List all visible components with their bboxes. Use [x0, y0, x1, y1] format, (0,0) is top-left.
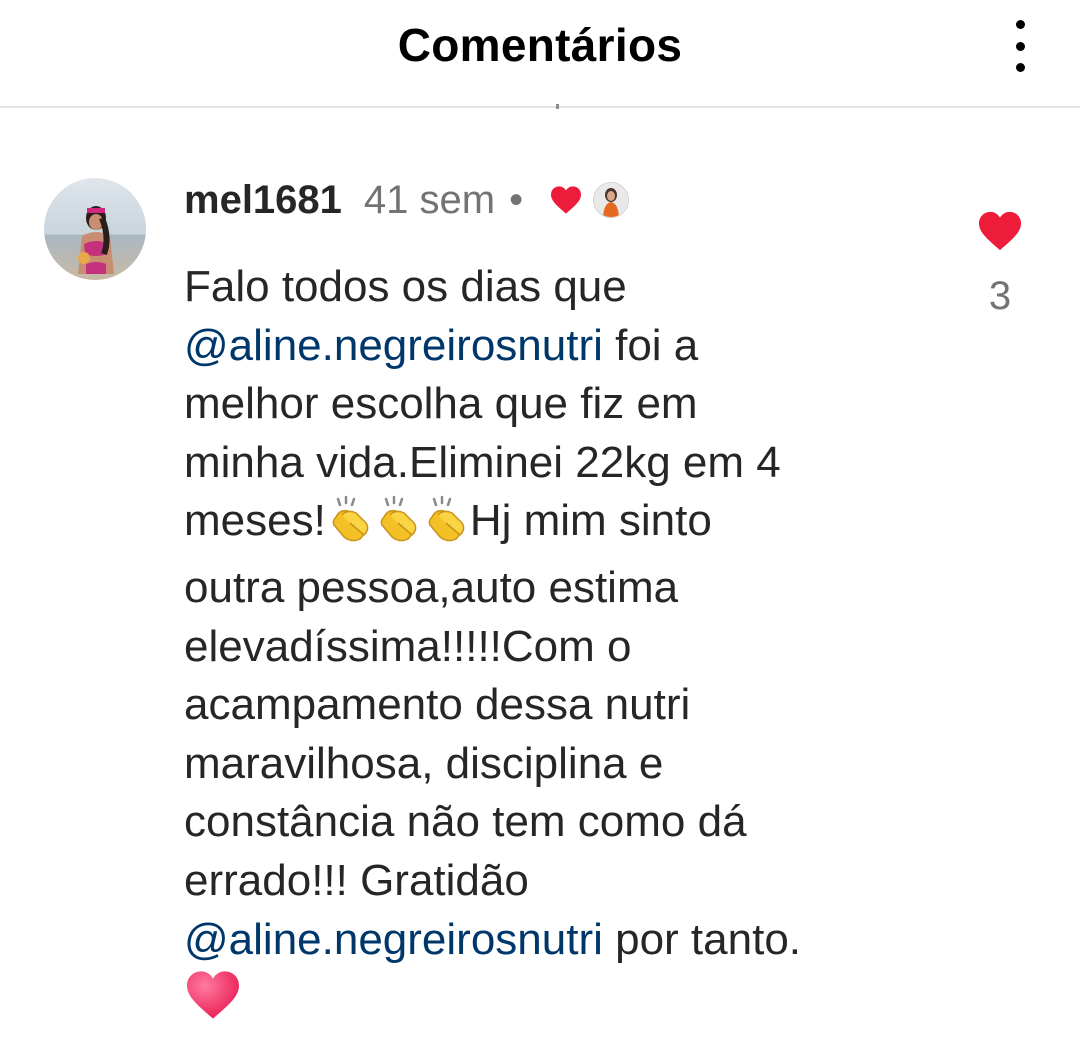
- comment-line: constância não tem como dá: [184, 793, 954, 852]
- comment-line: @aline.negreirosnutri foi a: [184, 317, 954, 376]
- avatar-photo: [44, 178, 146, 280]
- meta-separator: •: [509, 177, 524, 222]
- comments-header: Comentários: [0, 0, 1080, 109]
- author-avatar-photo: [594, 183, 629, 217]
- avatar[interactable]: [44, 178, 146, 280]
- comment-text-segment: errado!!! Gratidão: [184, 855, 529, 905]
- comment-line: minha vida.Eliminei 22kg em 4: [184, 434, 954, 493]
- comment-text-segment: Hj mim sinto: [469, 496, 712, 546]
- comment-text: Falo todos os dias que @aline.negreirosnu…: [184, 258, 954, 1037]
- comment-text-segment: outra pessoa,auto estima: [184, 562, 679, 612]
- more-vertical-icon: [1015, 20, 1025, 29]
- heart-emoji: [184, 969, 242, 1037]
- comment-line: @aline.negreirosnutri por tanto.: [184, 911, 954, 970]
- comment-line: outra pessoa,auto estima: [184, 559, 954, 618]
- heart-icon: [551, 186, 582, 214]
- like-column: 3: [970, 210, 1030, 319]
- comment-text-segment: melhor escolha que fiz em: [184, 379, 698, 429]
- comment-text-segment: minha vida.Eliminei 22kg em 4: [184, 437, 781, 487]
- clapping-hands-emoji: [422, 495, 470, 559]
- comment-text-segment: foi a: [602, 320, 699, 370]
- comment-line: errado!!! Gratidão: [184, 852, 954, 911]
- divider-mark: [556, 104, 559, 109]
- comment-meta: mel1681 41 sem •: [184, 177, 630, 223]
- mention-link[interactable]: @aline.negreirosnutri: [184, 321, 603, 370]
- comment-text-segment: Falo todos os dias que: [184, 262, 627, 311]
- comment-line: [184, 969, 954, 1037]
- comment-line: meses! Hj mim sinto: [184, 492, 954, 559]
- comment-text-segment: acampamento dessa nutri: [184, 680, 691, 730]
- comment-line: Falo todos os dias que: [184, 258, 954, 317]
- comment-text-segment: elevadíssima!!!!!Com o: [184, 621, 632, 671]
- comment-text-segment: por tanto.: [602, 914, 802, 964]
- comment-text-segment: meses!: [184, 496, 326, 546]
- liked-by-author: [549, 182, 630, 218]
- comment-username[interactable]: mel1681: [184, 178, 342, 223]
- clapping-hands-emoji: [326, 495, 374, 559]
- like-count: 3: [988, 274, 1012, 318]
- comment-line: maravilhosa, disciplina e: [184, 735, 954, 794]
- comment-line: elevadíssima!!!!!Com o: [184, 618, 954, 677]
- more-options-button[interactable]: [1000, 20, 1040, 72]
- more-vertical-icon-dot: [1015, 41, 1025, 51]
- clapping-hands-emoji: [374, 495, 422, 559]
- comment-line: acampamento dessa nutri: [184, 676, 954, 735]
- comment-line: melhor escolha que fiz em: [184, 375, 954, 434]
- comment-text-segment: maravilhosa, disciplina e: [184, 738, 664, 788]
- more-vertical-icon-dot: [1015, 63, 1025, 72]
- comment-timestamp: 41 sem: [363, 177, 496, 222]
- mention-link[interactable]: @aline.negreirosnutri: [184, 915, 603, 964]
- comment-text-segment: constância não tem como dá: [184, 797, 747, 847]
- author-avatar: [593, 182, 630, 218]
- like-heart-icon[interactable]: [976, 210, 1024, 252]
- page-title: Comentários: [397, 19, 683, 71]
